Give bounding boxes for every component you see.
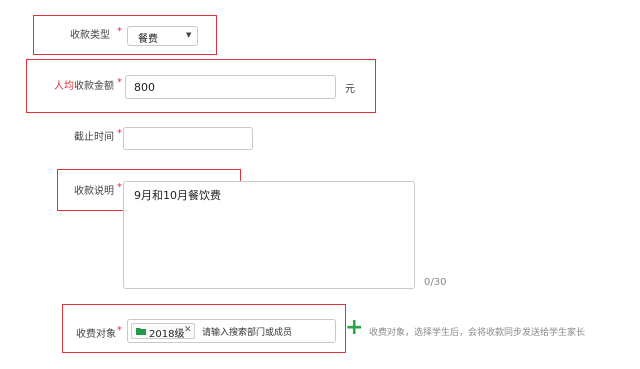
- amount-label: 人均收款金额: [40, 77, 114, 92]
- add-icon[interactable]: +: [345, 314, 363, 342]
- targets-search-placeholder[interactable]: 请输入搜索部门或成员: [202, 325, 292, 338]
- selected-tag: 2018级 ✕: [131, 323, 195, 340]
- description-required-mark: *: [117, 182, 122, 193]
- amount-required-mark: *: [117, 77, 122, 88]
- type-select-value: 餐费: [138, 34, 158, 45]
- targets-hint: 收费对象，选择学生后，会将收款同步发送给学生家长: [369, 328, 586, 338]
- type-label: 收款类型: [70, 30, 110, 41]
- deadline-label: 截止时间: [74, 132, 114, 143]
- description-textarea-value: 9月和10月餐饮费: [134, 189, 221, 202]
- selected-tag-label: 2018级: [149, 329, 185, 340]
- targets-label: 收费对象: [76, 329, 116, 340]
- deadline-input[interactable]: [123, 127, 253, 150]
- description-char-counter: 0/30: [424, 277, 447, 288]
- targets-selector[interactable]: 2018级 ✕ 请输入搜索部门或成员: [127, 319, 336, 343]
- close-icon[interactable]: ✕: [184, 325, 192, 335]
- description-textarea[interactable]: 9月和10月餐饮费: [123, 181, 415, 289]
- folder-icon: [136, 328, 146, 335]
- type-select[interactable]: 餐费 ▼: [127, 26, 198, 46]
- amount-unit: 元: [345, 84, 355, 95]
- amount-label-text: 收款金额: [74, 81, 114, 92]
- targets-required-mark: *: [117, 325, 122, 336]
- type-required-mark: *: [117, 26, 122, 37]
- deadline-required-mark: *: [117, 128, 122, 139]
- amount-label-highlight: 人均: [54, 81, 74, 92]
- chevron-down-icon: ▼: [186, 31, 192, 39]
- description-label: 收款说明: [74, 186, 114, 197]
- amount-input-value: 800: [134, 81, 155, 94]
- amount-input[interactable]: 800: [125, 75, 336, 99]
